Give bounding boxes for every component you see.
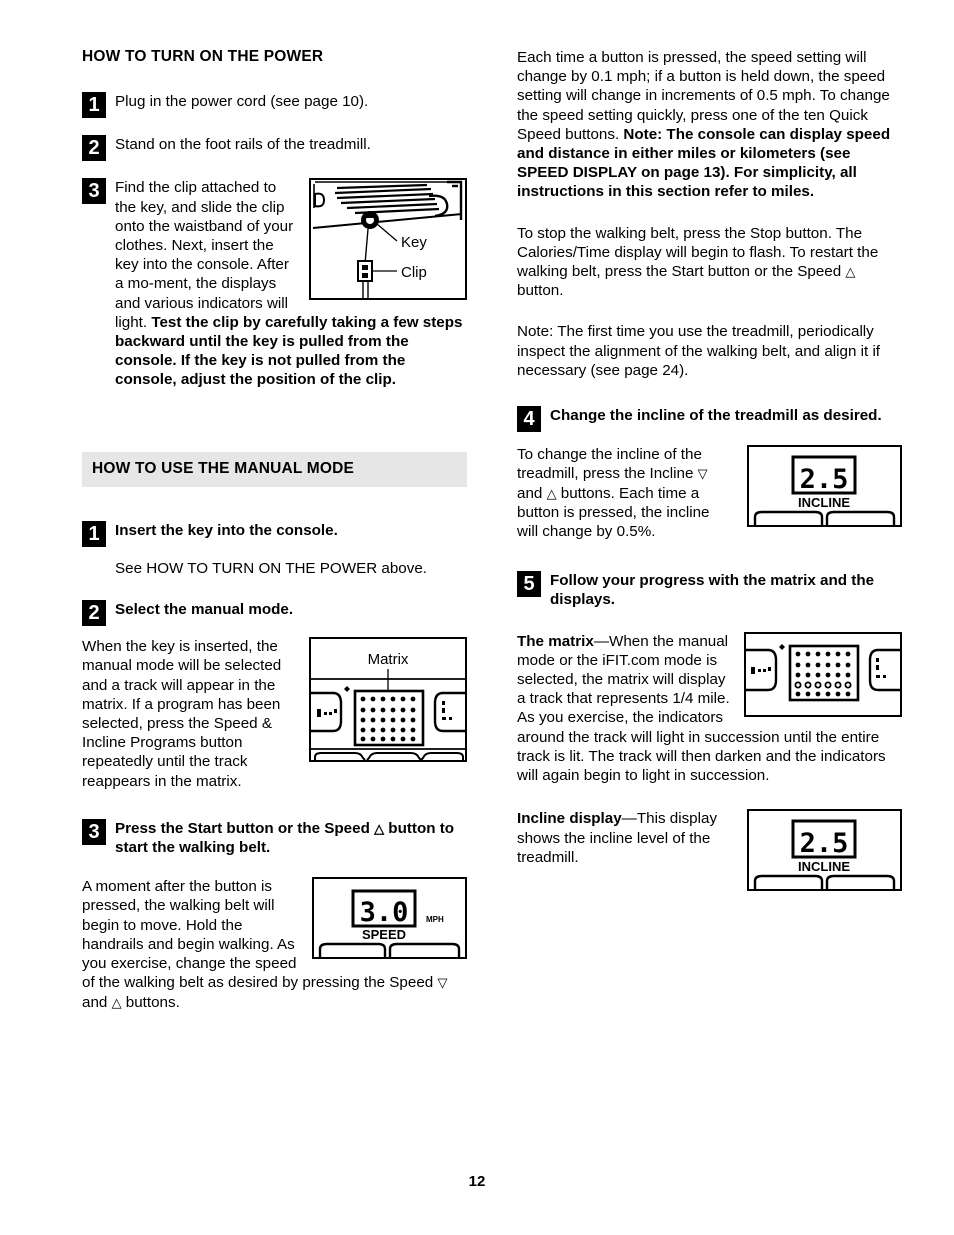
step-title: Insert the key into the console.	[115, 521, 338, 539]
triangle-down-icon: ▽	[437, 975, 448, 991]
step-number-badge: 3	[82, 178, 106, 205]
svg-text:Key: Key	[401, 234, 427, 251]
triangle-up-icon: △	[845, 264, 856, 280]
heading-how-to-turn-on-power: HOW TO TURN ON THE POWER	[82, 48, 324, 65]
triangle-up-icon: △	[546, 485, 557, 501]
triangle-down-icon: ▽	[697, 466, 708, 482]
step-number-badge: 3	[82, 818, 106, 845]
step-right-5: 5 Follow your progress with the matrix a…	[517, 571, 902, 609]
step-text-plain: Find the clip attached to the key, and s…	[115, 179, 294, 331]
speed-display-value: 3.0	[360, 897, 409, 928]
incline-display-label: INCLINE	[798, 495, 850, 510]
manual-page: HOW TO TURN ON THE POWER 1 Plug in the p…	[0, 0, 954, 1235]
step-title-part1: Press the Start button or the Speed	[115, 819, 375, 837]
step-number-badge: 2	[82, 135, 106, 162]
left-column: HOW TO TURN ON THE POWER 1 Plug in the p…	[82, 48, 467, 1012]
step-number-badge: 4	[517, 406, 541, 433]
figure-matrix-console: Matrix	[309, 637, 467, 763]
step-manual-1: 1 Insert the key into the console.	[82, 520, 467, 547]
step-body-part1: To change the incline of the treadmill, …	[517, 446, 702, 483]
paragraph-speed-setting: Each time a button is pressed, the speed…	[517, 48, 902, 202]
triangle-up-icon: △	[374, 820, 385, 836]
incline-display-value: 2.5	[800, 828, 849, 859]
page-number: 12	[468, 1173, 486, 1190]
step-body-mid: and	[82, 993, 112, 1011]
figure-matrix-label: Matrix	[368, 651, 409, 668]
step-text: Stand on the foot rails of the treadmill…	[115, 136, 371, 154]
step-number-badge: 5	[517, 571, 541, 598]
step-text: Plug in the power cord (see page 10).	[115, 93, 369, 110]
em-dash: —	[621, 810, 637, 828]
em-dash: —	[593, 632, 609, 650]
step-manual-1-body: See HOW TO TURN ON THE POWER above.	[115, 559, 427, 577]
paragraph-text-part1: To stop the walking belt, press the Stop…	[517, 224, 879, 281]
step-power-1: 1 Plug in the power cord (see page 10).	[82, 92, 467, 118]
right-column: Each time a button is pressed, the speed…	[517, 48, 902, 897]
step-power-3: 3 Key Clip Find the clip attached to the…	[82, 178, 467, 389]
step-body-mid: and	[517, 484, 547, 502]
paragraph-note-alignment: Note: The first time you use the treadmi…	[517, 323, 881, 379]
step-right-4: 4 Change the incline of the treadmill as…	[517, 406, 902, 433]
speed-display-label: SPEED	[362, 927, 406, 942]
step-title: Select the manual mode.	[115, 601, 294, 619]
step-manual-2: 2 Select the manual mode.	[82, 600, 467, 627]
step-number-badge: 1	[82, 92, 106, 118]
figure-speed-display: 3.0 MPH SPEED	[312, 877, 467, 960]
step-text-bold: Test the clip by carefully taking a few …	[115, 313, 463, 389]
step-body-part2: buttons.	[121, 993, 180, 1011]
svg-text:Clip: Clip	[401, 264, 427, 281]
figure-key-clip: Key Clip	[309, 178, 467, 301]
step-manual-3: 3 Press the Start button or the Speed △ …	[82, 818, 467, 857]
heading-how-to-use-manual-mode: HOW TO USE THE MANUAL MODE	[82, 451, 467, 487]
speed-display-unit: MPH	[426, 915, 444, 924]
paragraph-stop-belt: To stop the walking belt, press the Stop…	[517, 224, 902, 301]
figure-incline-display-step4: 2.5 INCLINE	[747, 445, 902, 528]
incline-display-value: 2.5	[800, 464, 849, 495]
matrix-label-bold: The matrix	[517, 632, 594, 650]
triangle-up-icon: △	[111, 994, 122, 1010]
incline-display-label: INCLINE	[798, 859, 850, 874]
step-title: Change the incline of the treadmill as d…	[550, 407, 882, 425]
step-title: Press the Start button or the Speed △ bu…	[115, 819, 467, 857]
step-number-badge: 2	[82, 600, 106, 627]
paragraph-text-part2: button.	[517, 282, 564, 300]
step-power-2: 2 Stand on the foot rails of the treadmi…	[82, 135, 467, 162]
figure-matrix-track	[744, 631, 902, 717]
figure-incline-display-step5: 2.5 INCLINE	[747, 809, 902, 892]
step-number-badge: 1	[82, 520, 106, 547]
incline-label-bold: Incline display	[517, 810, 622, 828]
step-title: Follow your progress with the matrix and…	[550, 572, 875, 609]
